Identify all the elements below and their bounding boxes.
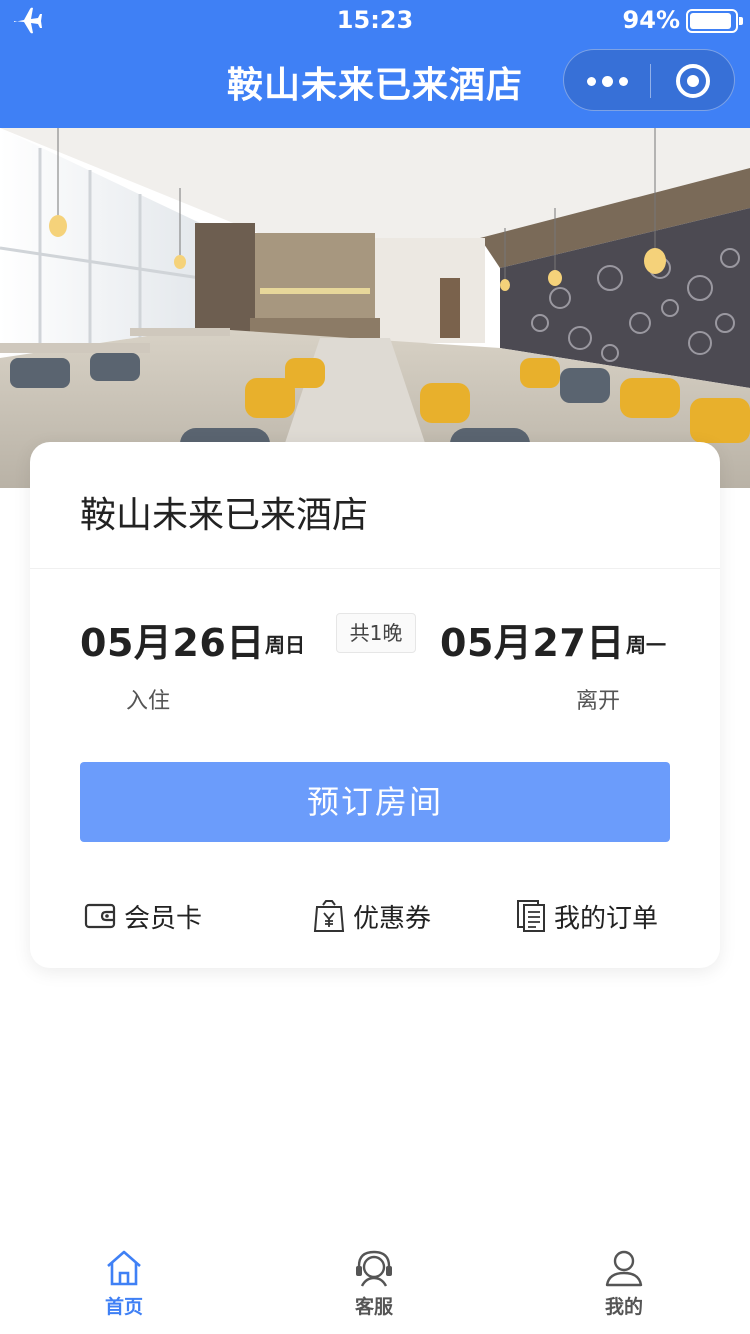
tab-mine[interactable]: 我的: [574, 1248, 674, 1319]
menu-capsule: [563, 49, 735, 111]
battery-tip: [739, 17, 743, 25]
checkout-label: 离开: [576, 689, 621, 714]
top-bar: 15:23 94% 鞍山未来已来酒店: [0, 0, 750, 128]
restaurant-photo: [0, 128, 750, 488]
checkout-date[interactable]: 05月27日: [440, 612, 625, 667]
nights-badge: 共1晚: [336, 613, 416, 653]
checkin-weekday: 周日: [265, 633, 305, 657]
quick-links: 会员卡 优惠券 我的订单: [30, 892, 720, 940]
target-circle-icon[interactable]: [676, 64, 710, 98]
checkout-weekday: 周一: [626, 633, 666, 657]
tab-home-label: 首页: [104, 1296, 143, 1318]
tab-service[interactable]: 客服: [324, 1248, 424, 1319]
card-divider: [30, 568, 720, 569]
coupon-bag-icon: [313, 900, 345, 932]
headset-icon: [356, 1250, 392, 1287]
battery-icon: [686, 9, 743, 33]
my-orders-label: 我的订单: [554, 903, 659, 934]
coupon-label: 优惠券: [353, 903, 432, 934]
more-dots-icon[interactable]: [564, 50, 650, 112]
tab-mine-label: 我的: [604, 1296, 643, 1318]
checkin-label: 入住: [126, 689, 171, 714]
user-icon: [605, 1250, 643, 1287]
battery-percent: 94%: [622, 6, 680, 34]
status-bar: 15:23 94%: [0, 0, 750, 40]
hero-image: [0, 128, 750, 488]
member-card-label: 会员卡: [124, 903, 203, 934]
battery-fill: [690, 13, 732, 29]
wallet-card-icon: [84, 903, 116, 929]
capsule-divider: [650, 64, 651, 98]
home-icon: [107, 1250, 141, 1286]
coupon-link[interactable]: 优惠券: [313, 892, 431, 940]
member-card-link[interactable]: 会员卡: [84, 892, 202, 940]
tab-home[interactable]: 首页: [74, 1248, 174, 1319]
order-list-icon: [517, 900, 545, 932]
tab-service-label: 客服: [354, 1296, 393, 1318]
book-room-button[interactable]: 预订房间: [80, 762, 670, 842]
my-orders-link[interactable]: 我的订单: [516, 892, 658, 940]
hotel-name: 鞍山未来已来酒店: [80, 495, 369, 536]
tab-bar: 首页 客服 我的: [0, 1234, 750, 1334]
booking-card: 鞍山未来已来酒店 05月26日 周日 共1晚 05月27日 周一 入住 离开 预…: [30, 442, 720, 968]
checkin-date[interactable]: 05月26日: [80, 612, 265, 667]
